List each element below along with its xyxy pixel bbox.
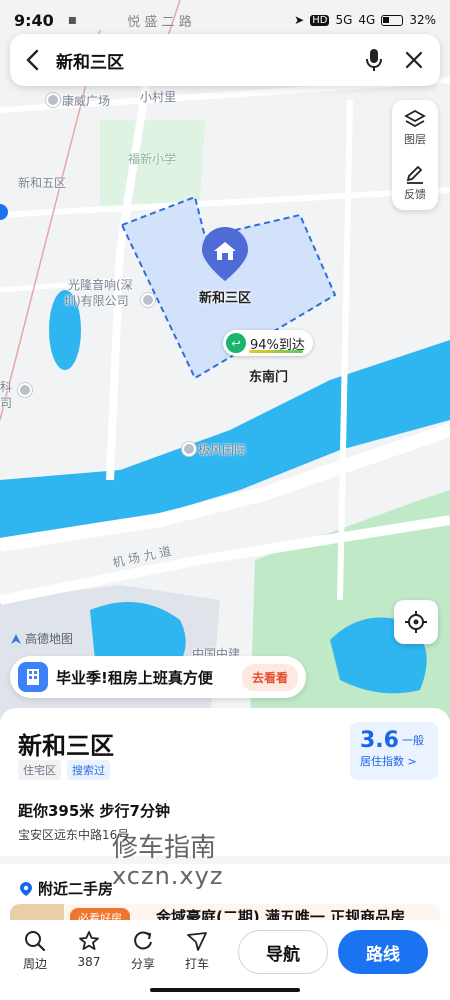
tag-residential: 住宅区 <box>18 760 61 780</box>
feedback-button[interactable]: 反馈 <box>404 164 426 202</box>
watermark-line2: xczn.xyz <box>112 862 224 890</box>
promo-text: 毕业季!租房上班真方便 <box>56 668 213 687</box>
signal-5g: 5G <box>335 13 353 27</box>
search-query[interactable]: 新和三区 <box>56 48 354 73</box>
building-icon <box>18 662 48 692</box>
amap-logo: 高德地图 <box>10 630 73 647</box>
feedback-label: 反馈 <box>404 187 426 201</box>
gate-icon: ↩ <box>226 333 246 353</box>
search-bar[interactable]: 新和三区 <box>10 34 440 86</box>
signal-4g: 4G <box>358 13 376 27</box>
map-tool-panel: 图层 反馈 <box>392 100 438 210</box>
nearby-label: 周边 <box>22 957 47 971</box>
arrival-bar <box>249 350 303 353</box>
logo-text: 高德地图 <box>25 632 74 646</box>
map-label-guanglong-2[interactable]: 圳)有限公司 <box>64 292 157 309</box>
chevron-left-icon <box>26 49 39 71</box>
layers-icon <box>404 109 426 127</box>
crosshair-icon <box>405 611 427 633</box>
battery-icon <box>381 14 404 26</box>
search-icon <box>25 931 46 952</box>
map-view[interactable]: 康威广场 小村里 福新小学 新和五区 光隆音响(深 圳)有限公司 科 司 极风国… <box>0 0 450 720</box>
favorite-button[interactable]: 387 <box>62 930 116 969</box>
tag-searched: 搜索过 <box>67 760 110 780</box>
pencil-icon <box>406 165 423 184</box>
home-indicator <box>150 988 300 992</box>
close-icon <box>405 51 423 69</box>
location-icon: ➤ <box>294 13 305 27</box>
nearby-section-title[interactable]: 附近二手房 <box>20 878 113 899</box>
road-label-top: 悦 盛 二 路 <box>127 14 192 30</box>
share-label: 分享 <box>130 957 155 971</box>
watermark-line1: 修车指南 <box>112 833 217 863</box>
promo-banner[interactable]: 毕业季!租房上班真方便 去看看 <box>10 656 306 698</box>
navigate-button[interactable]: 导航 <box>238 930 328 974</box>
location-marker-icon <box>20 881 32 896</box>
star-icon <box>79 931 99 950</box>
taxi-icon <box>187 932 207 951</box>
layers-label: 图层 <box>404 132 426 146</box>
map-label-kangwei[interactable]: 康威广场 <box>46 92 110 109</box>
map-poi-dot[interactable] <box>18 383 34 398</box>
battery-percent: 32% <box>409 13 436 27</box>
back-button[interactable] <box>10 34 56 86</box>
app-notification-icon: ▪ <box>67 12 78 28</box>
close-button[interactable] <box>394 34 434 86</box>
living-index-card[interactable]: 3.6 一般 居住指数 > <box>350 722 438 780</box>
map-label-fuxin-school: 福新小学 <box>128 152 177 166</box>
route-button[interactable]: 路线 <box>338 930 428 974</box>
house-pin-icon <box>202 227 248 281</box>
taxi-button[interactable]: 打车 <box>170 930 224 972</box>
promo-button[interactable]: 去看看 <box>241 663 298 691</box>
place-title: 新和三区 <box>18 732 114 760</box>
map-label-xinhe5: 新和五区 <box>18 176 67 190</box>
location-pin[interactable] <box>200 225 250 283</box>
score-label: 居住指数 > <box>360 755 417 768</box>
map-label-guanglong: 光隆音响(深 <box>68 278 133 292</box>
hd-icon: HD <box>310 14 330 26</box>
microphone-icon <box>366 49 382 71</box>
distance-info: 距你395米 步行7分钟 <box>18 802 170 820</box>
divider <box>0 856 450 864</box>
watermark: 修车指南 xczn.xyz <box>112 834 223 890</box>
status-time: 9:40 <box>14 10 54 30</box>
taxi-label: 打车 <box>184 957 209 971</box>
nearby-title-text: 附近二手房 <box>38 880 114 898</box>
map-label-si: 司 <box>0 396 13 410</box>
locate-me-button[interactable] <box>394 600 438 644</box>
pin-label: 新和三区 <box>199 291 252 306</box>
share-button[interactable]: 分享 <box>116 930 170 972</box>
layers-button[interactable]: 图层 <box>404 109 426 147</box>
share-icon <box>134 931 152 950</box>
favorite-count: 387 <box>77 955 101 969</box>
place-tags: 住宅区 搜索过 <box>18 760 110 780</box>
voice-button[interactable] <box>354 34 394 86</box>
logo-arrow-icon <box>11 633 21 644</box>
map-label-xiaocun: 小村里 <box>140 90 177 104</box>
gate-arrival-badge[interactable]: ↩ 94%到达 <box>223 330 313 356</box>
nearby-button[interactable]: 周边 <box>8 930 62 972</box>
map-label-ke: 科 <box>0 380 13 394</box>
gate-label[interactable]: 东南门 <box>249 366 288 385</box>
score-level: 一般 <box>402 734 424 747</box>
map-label-jifeng[interactable]: 极风国际 <box>182 441 246 458</box>
